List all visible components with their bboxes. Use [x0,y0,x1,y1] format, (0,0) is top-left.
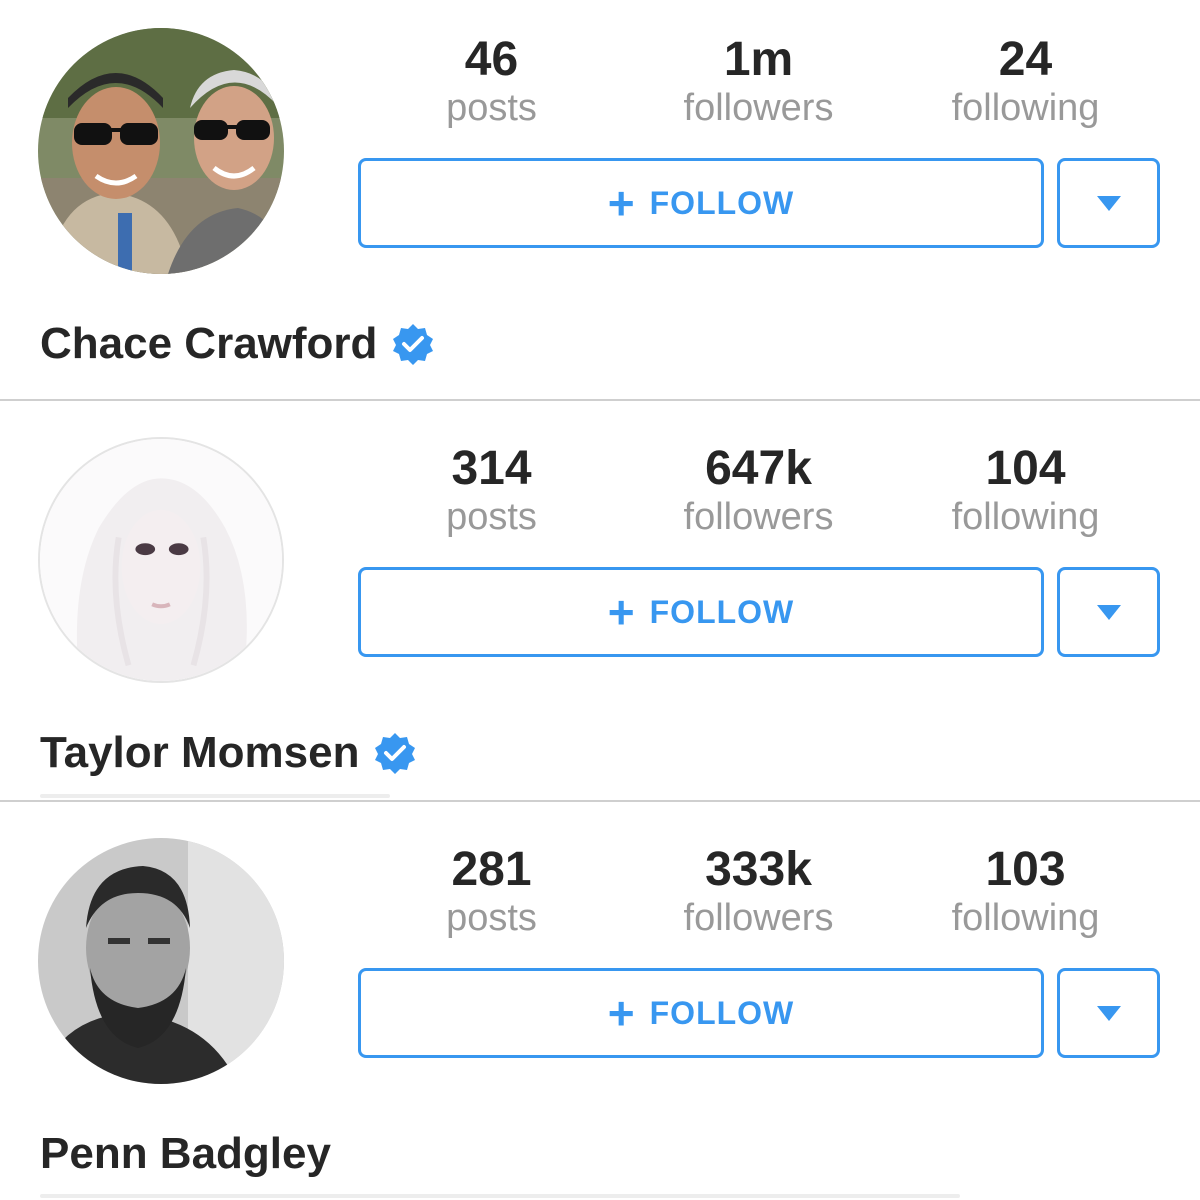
followers-count: 1m [723,33,794,86]
profile-card: 281 posts 333k followers 103 following +… [0,802,1200,1200]
caret-down-icon [1096,604,1121,620]
profile-name: Penn Badgley [40,1129,331,1178]
suggestions-dropdown-button[interactable] [1057,968,1160,1058]
following-label: following [951,87,1100,129]
follow-button[interactable]: + FOLLOW [358,567,1044,657]
profile-avatar[interactable] [38,437,284,683]
profile-name: Chace Crawford [40,319,378,368]
profile-avatar[interactable] [38,28,284,274]
following-label: following [951,496,1100,538]
following-stat[interactable]: 104 following [892,441,1159,537]
posts-label: posts [446,87,537,129]
profile-name-row: Penn Badgley [40,1126,331,1182]
profile-name-row: Taylor Momsen [40,725,417,781]
follow-button[interactable]: + FOLLOW [358,968,1044,1058]
follow-button-label: FOLLOW [649,593,795,630]
avatar-photo [38,838,284,1084]
posts-stat[interactable]: 46 posts [358,32,625,128]
avatar-photo [40,439,282,681]
posts-label: posts [446,897,537,939]
following-count: 103 [985,843,1066,896]
profile-stats: 314 posts 647k followers 104 following [358,441,1160,541]
profile-stats: 281 posts 333k followers 103 following [358,842,1160,942]
caret-down-icon [1096,1005,1121,1021]
followers-stat[interactable]: 333k followers [625,842,892,938]
posts-stat[interactable]: 281 posts [358,842,625,938]
truncated-bio-line [40,794,390,798]
profile-name: Taylor Momsen [40,728,360,777]
suggestions-dropdown-button[interactable] [1057,158,1160,248]
truncated-bio-line [40,1194,960,1198]
followers-label: followers [683,87,834,129]
profile-card: 314 posts 647k followers 104 following +… [0,401,1200,801]
plus-icon: + [607,586,636,638]
following-count: 24 [998,33,1053,86]
profile-name-row: Chace Crawford [40,316,435,372]
suggestions-dropdown-button[interactable] [1057,567,1160,657]
posts-label: posts [446,496,537,538]
posts-stat[interactable]: 314 posts [358,441,625,537]
followers-stat[interactable]: 1m followers [625,32,892,128]
verified-badge-icon [393,324,434,365]
following-count: 104 [985,442,1066,495]
followers-stat[interactable]: 647k followers [625,441,892,537]
posts-count: 46 [464,33,519,86]
followers-label: followers [683,897,834,939]
following-label: following [951,897,1100,939]
profile-stats: 46 posts 1m followers 24 following [358,32,1160,132]
posts-count: 314 [451,442,532,495]
followers-label: followers [683,496,834,538]
posts-count: 281 [451,843,532,896]
follow-button-label: FOLLOW [649,184,795,221]
following-stat[interactable]: 103 following [892,842,1159,938]
follow-button[interactable]: + FOLLOW [358,158,1044,248]
verified-badge-icon [375,733,416,774]
following-stat[interactable]: 24 following [892,32,1159,128]
caret-down-icon [1096,195,1121,211]
followers-count: 333k [705,843,812,896]
followers-count: 647k [705,442,812,495]
profile-card: 46 posts 1m followers 24 following + FOL… [0,0,1200,400]
follow-button-label: FOLLOW [649,994,795,1031]
plus-icon: + [607,177,636,229]
plus-icon: + [607,987,636,1039]
avatar-photo [38,28,284,274]
profile-avatar[interactable] [38,838,284,1084]
